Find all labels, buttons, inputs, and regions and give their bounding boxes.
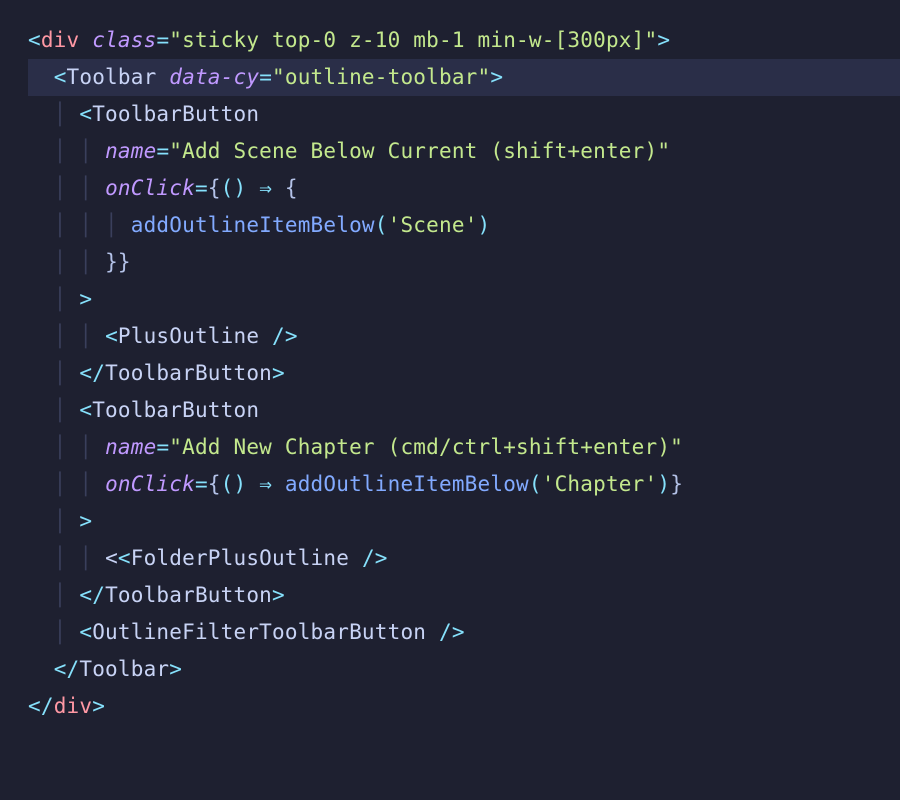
code-line: │ </ToolbarButton> bbox=[28, 577, 900, 614]
code-line-highlighted: <Toolbar data-cy="outline-toolbar"> bbox=[28, 59, 900, 96]
arrow-icon: ⇒ bbox=[259, 176, 272, 200]
component-name: FolderPlusOutline bbox=[131, 546, 349, 570]
code-line: │ │ <PlusOutline /> bbox=[28, 318, 900, 355]
code-line: │ │ }} bbox=[28, 244, 900, 281]
attr-value: Add Scene Below Current (shift+enter) bbox=[182, 139, 657, 163]
code-block[interactable]: <div class="sticky top-0 z-10 mb-1 min-w… bbox=[28, 22, 900, 725]
code-line: │ <ToolbarButton bbox=[28, 392, 900, 429]
code-line: │ <OutlineFilterToolbarButton /> bbox=[28, 614, 900, 651]
attr-name: name bbox=[105, 139, 156, 163]
code-line: <div class="sticky top-0 z-10 mb-1 min-w… bbox=[28, 22, 900, 59]
code-line: │ │ │ addOutlineItemBelow('Scene') bbox=[28, 207, 900, 244]
string-arg: Scene bbox=[400, 213, 464, 237]
attr-name: onClick bbox=[105, 176, 195, 200]
component-name: PlusOutline bbox=[118, 324, 259, 348]
function-call: addOutlineItemBelow bbox=[285, 472, 529, 496]
component-name: Toolbar bbox=[79, 657, 169, 681]
code-line: │ <ToolbarButton bbox=[28, 96, 900, 133]
arrow-icon: ⇒ bbox=[259, 472, 272, 496]
code-line: │ > bbox=[28, 281, 900, 318]
tag-name: div bbox=[54, 694, 93, 718]
code-line: </div> bbox=[28, 688, 900, 725]
attr-value: Add New Chapter (cmd/ctrl+shift+enter) bbox=[182, 435, 670, 459]
attr-name: class bbox=[92, 28, 156, 52]
component-name: ToolbarButton bbox=[105, 361, 272, 385]
angle-open: < bbox=[28, 28, 41, 52]
code-line: │ │ name="Add Scene Below Current (shift… bbox=[28, 133, 900, 170]
code-line: </Toolbar> bbox=[28, 651, 900, 688]
tag-name: div bbox=[41, 28, 80, 52]
component-name: ToolbarButton bbox=[105, 583, 272, 607]
attr-value: outline-toolbar bbox=[285, 65, 478, 89]
angle-close: > bbox=[657, 28, 670, 52]
code-line: │ │ <<<FolderPlusOutline /> bbox=[28, 540, 900, 577]
attr-name: onClick bbox=[105, 472, 195, 496]
code-line: │ │ name="Add New Chapter (cmd/ctrl+shif… bbox=[28, 429, 900, 466]
component-name: ToolbarButton bbox=[92, 102, 259, 126]
component-name: OutlineFilterToolbarButton bbox=[92, 620, 426, 644]
string-arg: Chapter bbox=[555, 472, 645, 496]
function-call: addOutlineItemBelow bbox=[131, 213, 375, 237]
code-line: │ </ToolbarButton> bbox=[28, 355, 900, 392]
attr-name: data-cy bbox=[169, 65, 259, 89]
attr-value: sticky top-0 z-10 mb-1 min-w-[300px] bbox=[182, 28, 644, 52]
code-line: │ │ onClick={() ⇒ { bbox=[28, 170, 900, 207]
component-name: Toolbar bbox=[67, 65, 157, 89]
component-name: ToolbarButton bbox=[92, 398, 259, 422]
code-line: │ > bbox=[28, 503, 900, 540]
attr-name: name bbox=[105, 435, 156, 459]
code-line: │ │ onClick={() ⇒ addOutlineItemBelow('C… bbox=[28, 466, 900, 503]
